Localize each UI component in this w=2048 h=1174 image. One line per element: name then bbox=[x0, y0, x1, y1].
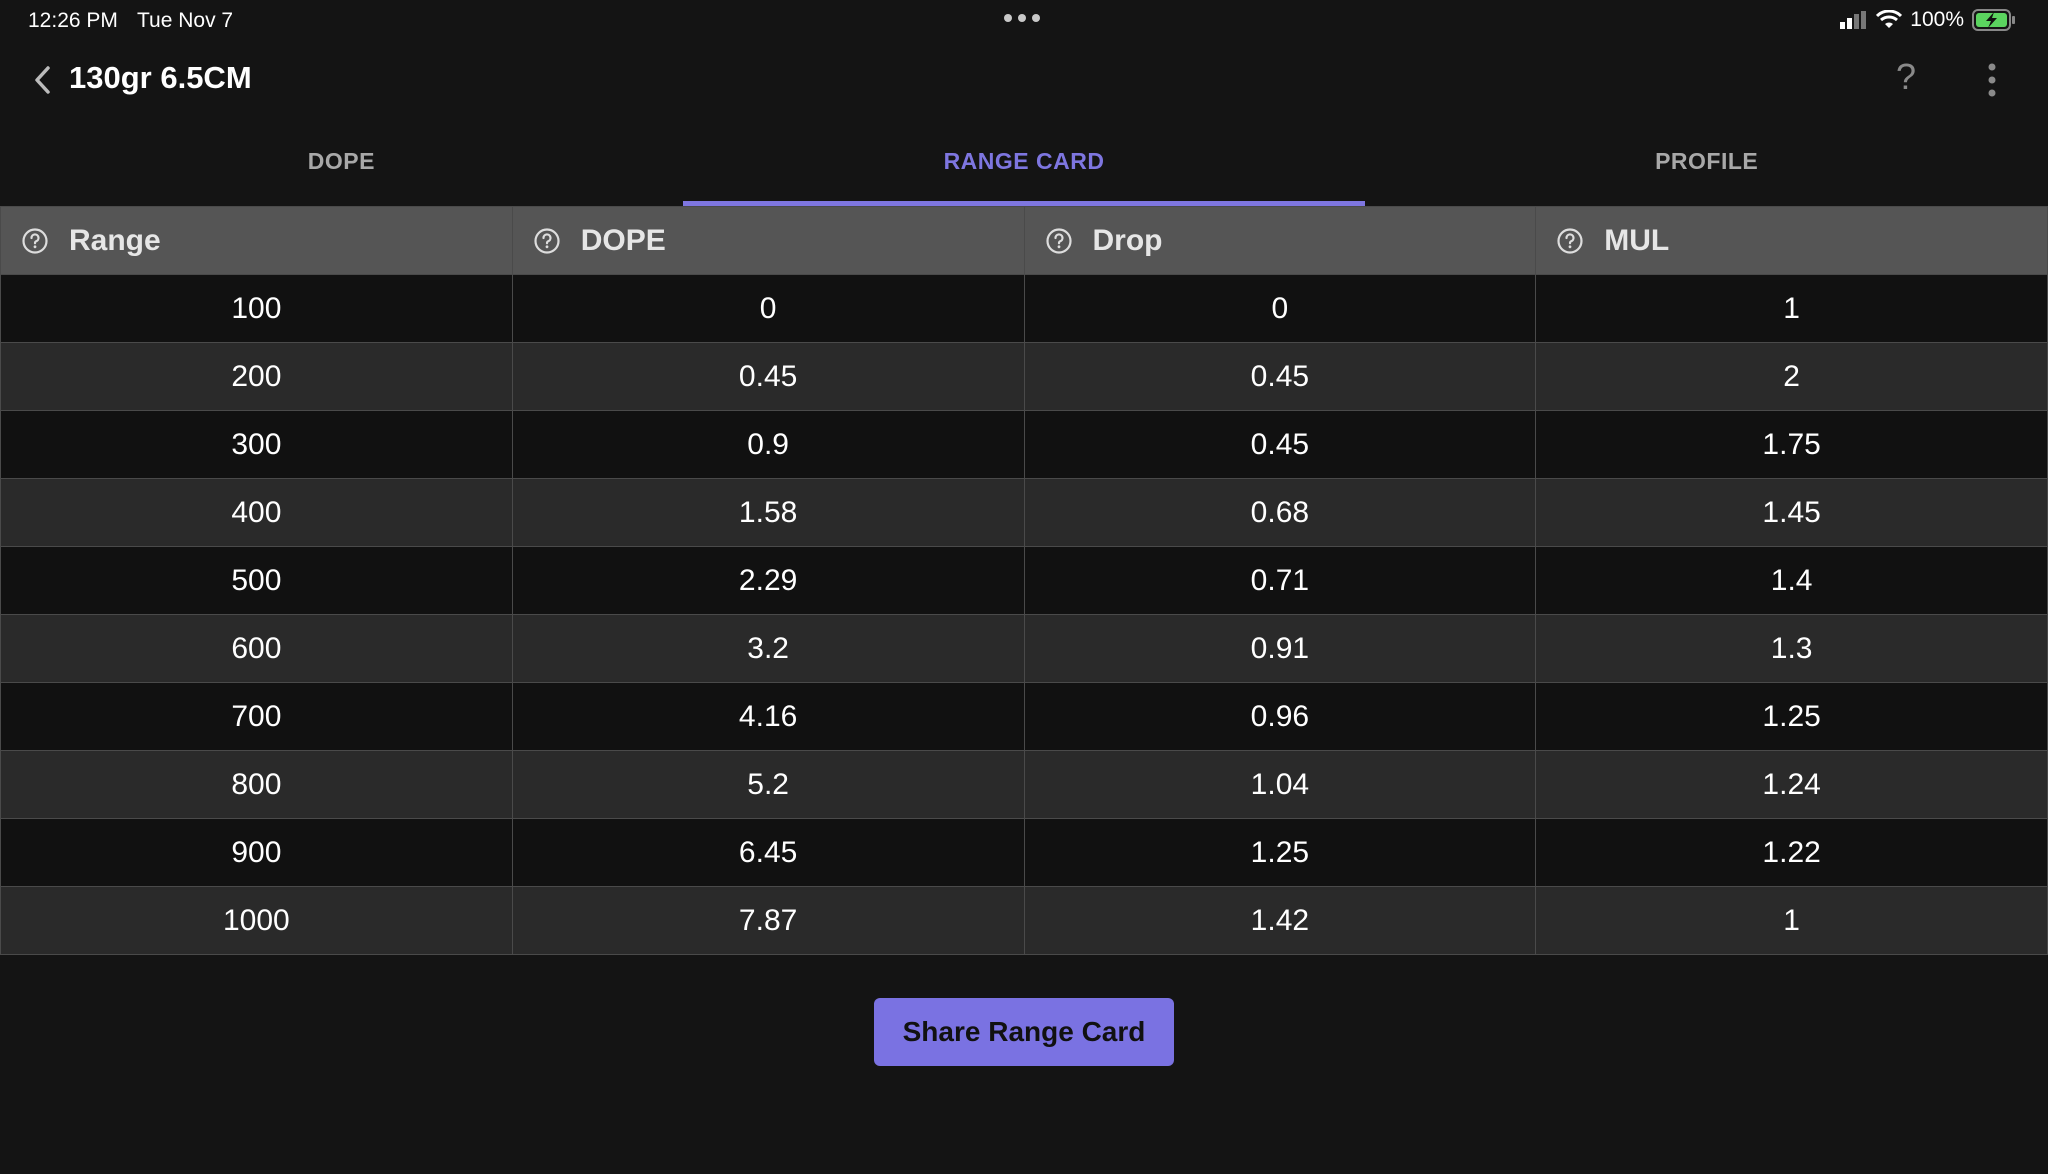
signal-icon bbox=[1840, 11, 1867, 29]
cell-dope: 0 bbox=[511, 274, 1025, 343]
cell-range: 500 bbox=[0, 546, 513, 615]
cell-range: 900 bbox=[0, 818, 513, 887]
cell-mul: 2 bbox=[1535, 342, 2048, 411]
share-range-card-button[interactable]: Share Range Card bbox=[874, 998, 1174, 1066]
cell-dope: 3.2 bbox=[511, 614, 1025, 683]
more-vertical-icon[interactable] bbox=[1984, 62, 2000, 98]
table-row: 500 2.29 0.71 1.4 bbox=[0, 546, 2048, 615]
question-circle-icon[interactable] bbox=[1556, 227, 1584, 255]
tab-dope[interactable]: DOPE bbox=[0, 130, 683, 206]
status-bar: 12:26 PM Tue Nov 7 100% bbox=[0, 0, 2048, 42]
cell-dope: 2.29 bbox=[511, 546, 1025, 615]
column-header-range: Range bbox=[0, 206, 513, 275]
cell-range: 300 bbox=[0, 410, 513, 479]
status-time: 12:26 PM bbox=[28, 9, 118, 32]
cell-dope: 4.16 bbox=[511, 682, 1025, 751]
cell-drop: 0.96 bbox=[1023, 682, 1537, 751]
cell-mul: 1.24 bbox=[1535, 750, 2048, 819]
column-header-mul: MUL bbox=[1535, 206, 2048, 275]
column-header-label: Range bbox=[69, 223, 161, 257]
cell-mul: 1.3 bbox=[1535, 614, 2048, 683]
table-row: 600 3.2 0.91 1.3 bbox=[0, 614, 2048, 683]
column-header-label: DOPE bbox=[580, 223, 666, 257]
cell-dope: 1.58 bbox=[511, 478, 1025, 547]
cell-mul: 1.22 bbox=[1535, 818, 2048, 887]
column-header-dope: DOPE bbox=[511, 206, 1025, 275]
wifi-icon bbox=[1876, 10, 1903, 28]
back-chevron-icon[interactable] bbox=[30, 64, 56, 96]
cell-range: 200 bbox=[0, 342, 513, 411]
table-row: 900 6.45 1.25 1.22 bbox=[0, 818, 2048, 887]
cell-dope: 5.2 bbox=[511, 750, 1025, 819]
column-header-drop: Drop bbox=[1023, 206, 1537, 275]
cell-range: 800 bbox=[0, 750, 513, 819]
table-row: 200 0.45 0.45 2 bbox=[0, 342, 2048, 411]
cell-range: 100 bbox=[0, 274, 513, 343]
cell-dope: 0.9 bbox=[511, 410, 1025, 479]
tab-profile[interactable]: PROFILE bbox=[1365, 130, 2048, 206]
range-card-table: Range DOPE Drop MUL 100 0 0 1 200 0.45 0… bbox=[0, 206, 2048, 955]
cell-drop: 0.91 bbox=[1023, 614, 1537, 683]
table-row: 100 0 0 1 bbox=[0, 274, 2048, 343]
cell-mul: 1.45 bbox=[1535, 478, 2048, 547]
cell-range: 700 bbox=[0, 682, 513, 751]
tab-bar: DOPE RANGE CARD PROFILE bbox=[0, 130, 2048, 206]
cell-range: 600 bbox=[0, 614, 513, 683]
app-header: 130gr 6.5CM ? bbox=[0, 50, 2048, 110]
cell-dope: 0.45 bbox=[511, 342, 1025, 411]
cell-mul: 1.75 bbox=[1535, 410, 2048, 479]
column-header-label: MUL bbox=[1604, 223, 1670, 257]
cell-drop: 1.04 bbox=[1023, 750, 1537, 819]
table-row: 300 0.9 0.45 1.75 bbox=[0, 410, 2048, 479]
help-icon[interactable]: ? bbox=[1896, 56, 1916, 98]
status-indicators: 100% bbox=[1838, 8, 2016, 32]
tab-range-card[interactable]: RANGE CARD bbox=[682, 130, 1366, 206]
cell-dope: 7.87 bbox=[511, 886, 1025, 955]
question-circle-icon[interactable] bbox=[1045, 227, 1073, 255]
question-circle-icon[interactable] bbox=[21, 227, 49, 255]
cell-mul: 1 bbox=[1535, 886, 2048, 955]
question-circle-icon[interactable] bbox=[533, 227, 561, 255]
cell-range: 1000 bbox=[0, 886, 513, 955]
cell-drop: 0.45 bbox=[1023, 410, 1537, 479]
table-row: 1000 7.87 1.42 1 bbox=[0, 886, 2048, 955]
battery-charging-icon bbox=[1972, 9, 2015, 31]
cell-mul: 1.4 bbox=[1535, 546, 2048, 615]
table-row: 700 4.16 0.96 1.25 bbox=[0, 682, 2048, 751]
table-header-row: Range DOPE Drop MUL bbox=[0, 206, 2048, 275]
cell-drop: 0 bbox=[1023, 274, 1537, 343]
column-header-label: Drop bbox=[1092, 223, 1163, 257]
status-date: Tue Nov 7 bbox=[137, 9, 234, 32]
table-row: 800 5.2 1.04 1.24 bbox=[0, 750, 2048, 819]
battery-percent: 100% bbox=[1910, 8, 1964, 31]
cell-drop: 0.45 bbox=[1023, 342, 1537, 411]
page-title: 130gr 6.5CM bbox=[69, 60, 252, 95]
cell-drop: 1.42 bbox=[1023, 886, 1537, 955]
cell-drop: 0.71 bbox=[1023, 546, 1537, 615]
cell-drop: 1.25 bbox=[1023, 818, 1537, 887]
cell-mul: 1 bbox=[1535, 274, 2048, 343]
cell-dope: 6.45 bbox=[511, 818, 1025, 887]
cell-drop: 0.68 bbox=[1023, 478, 1537, 547]
cell-mul: 1.25 bbox=[1535, 682, 2048, 751]
table-row: 400 1.58 0.68 1.45 bbox=[0, 478, 2048, 547]
multitasking-dots-icon[interactable] bbox=[1004, 14, 1040, 22]
cell-range: 400 bbox=[0, 478, 513, 547]
